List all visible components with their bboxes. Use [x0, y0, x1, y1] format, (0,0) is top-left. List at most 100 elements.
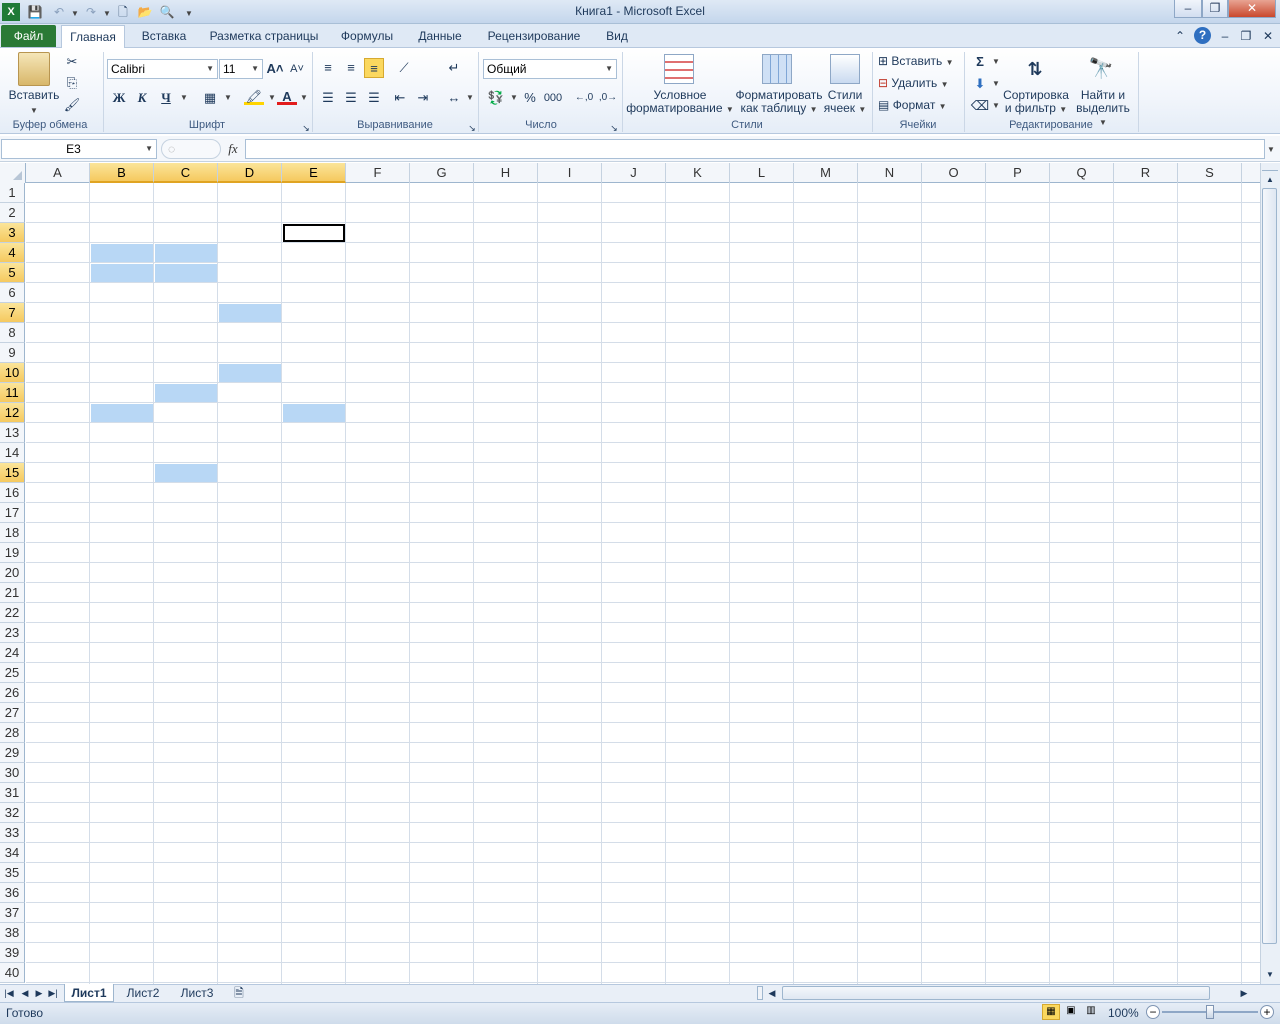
sort-filter-icon[interactable]: ⇅	[1018, 53, 1052, 85]
scroll-right-icon[interactable]: ▶	[1238, 984, 1250, 1002]
excel-logo-icon[interactable]: X	[2, 3, 20, 21]
column-header-S[interactable]: S	[1178, 163, 1242, 183]
dialog-launcher-icon[interactable]: ↘	[604, 118, 624, 138]
format-as-table-button[interactable]: Форматировать как таблицу ▼	[734, 89, 824, 116]
row-header-19[interactable]: 19	[0, 543, 25, 563]
delete-cells-button[interactable]: ⊟ Удалить ▼	[878, 75, 962, 93]
row-header-5[interactable]: 5	[0, 263, 25, 283]
tab-home[interactable]: Главная	[61, 25, 125, 49]
formula-input[interactable]	[245, 139, 1265, 159]
expand-formula-bar-icon[interactable]: ▼	[1267, 145, 1275, 154]
italic-button[interactable]: К	[132, 88, 152, 108]
selected-cell-D10[interactable]	[219, 364, 281, 382]
column-header-E[interactable]: E	[282, 163, 346, 183]
align-top-icon[interactable]: ≡	[318, 58, 338, 78]
align-bottom-icon[interactable]: ≡	[364, 58, 384, 78]
sheet-tab-3[interactable]: Лист3	[172, 984, 222, 1002]
font-size-select[interactable]: 11 ▼	[219, 59, 263, 79]
minimize-button[interactable]: –	[1174, 0, 1202, 18]
column-header-K[interactable]: K	[666, 163, 730, 183]
row-header-35[interactable]: 35	[0, 863, 25, 883]
row-header-11[interactable]: 11	[0, 383, 25, 403]
column-header-P[interactable]: P	[986, 163, 1050, 183]
tab-file[interactable]: Файл	[1, 25, 56, 47]
binoculars-icon[interactable]: 🔭	[1086, 53, 1116, 85]
tab-insert[interactable]: Вставка	[132, 27, 196, 47]
row-header-26[interactable]: 26	[0, 683, 25, 703]
selected-cell-B4[interactable]	[91, 244, 153, 262]
doc-restore-icon[interactable]: ❐	[1238, 27, 1254, 47]
row-header-34[interactable]: 34	[0, 843, 25, 863]
row-header-3[interactable]: 3	[0, 223, 25, 243]
cut-icon[interactable]: ✂	[62, 52, 82, 72]
column-header-D[interactable]: D	[218, 163, 282, 183]
row-header-7[interactable]: 7	[0, 303, 25, 323]
doc-close-icon[interactable]: ✕	[1260, 27, 1276, 47]
row-header-8[interactable]: 8	[0, 323, 25, 343]
align-center-icon[interactable]: ☰	[341, 88, 361, 108]
row-header-18[interactable]: 18	[0, 523, 25, 543]
column-header-O[interactable]: O	[922, 163, 986, 183]
increase-decimal-icon[interactable]: ←,0	[574, 88, 594, 108]
scroll-down-icon[interactable]: ▼	[1260, 965, 1280, 985]
row-header-4[interactable]: 4	[0, 243, 25, 263]
row-header-9[interactable]: 9	[0, 343, 25, 363]
scroll-left-icon[interactable]: ◀	[766, 984, 778, 1002]
row-header-31[interactable]: 31	[0, 783, 25, 803]
active-cell[interactable]	[283, 224, 345, 242]
row-header-24[interactable]: 24	[0, 643, 25, 663]
row-header-14[interactable]: 14	[0, 443, 25, 463]
last-sheet-icon[interactable]: ▶|	[46, 984, 60, 1002]
decrease-indent-icon[interactable]: ⇤	[390, 88, 410, 108]
decrease-decimal-icon[interactable]: ,0→	[598, 88, 618, 108]
print-preview-icon[interactable]: 🔍	[158, 3, 176, 21]
row-header-6[interactable]: 6	[0, 283, 25, 303]
tab-split-handle[interactable]	[757, 986, 763, 1000]
orientation-icon[interactable]: ⟋	[394, 58, 414, 78]
align-left-icon[interactable]: ☰	[318, 88, 338, 108]
conditional-formatting-icon[interactable]	[664, 54, 694, 84]
font-name-select[interactable]: Calibri ▼	[107, 59, 218, 79]
column-header-H[interactable]: H	[474, 163, 538, 183]
chevron-down-icon[interactable]: ▼	[174, 88, 194, 108]
row-header-39[interactable]: 39	[0, 943, 25, 963]
insert-function-button[interactable]: fx	[222, 139, 244, 159]
help-icon[interactable]: ?	[1194, 27, 1211, 44]
row-header-2[interactable]: 2	[0, 203, 25, 223]
format-cells-button[interactable]: ▤ Формат ▼	[878, 97, 962, 115]
row-header-37[interactable]: 37	[0, 903, 25, 923]
first-sheet-icon[interactable]: |◀	[2, 984, 16, 1002]
column-header-J[interactable]: J	[602, 163, 666, 183]
tab-page-layout[interactable]: Разметка страницы	[202, 27, 326, 47]
insert-sheet-icon[interactable]: 🗎	[228, 984, 250, 1002]
row-header-40[interactable]: 40	[0, 963, 25, 983]
selected-cell-D7[interactable]	[219, 304, 281, 322]
thousands-separator-button[interactable]: 000	[540, 88, 566, 108]
cell-grid[interactable]	[26, 183, 1260, 984]
row-header-32[interactable]: 32	[0, 803, 25, 823]
column-header-M[interactable]: M	[794, 163, 858, 183]
next-sheet-icon[interactable]: ▶	[32, 984, 46, 1002]
format-as-table-icon[interactable]	[762, 54, 792, 84]
open-folder-icon[interactable]: 📂	[136, 3, 154, 21]
paste-button[interactable]: Вставить	[4, 89, 64, 102]
row-header-21[interactable]: 21	[0, 583, 25, 603]
restore-button[interactable]: ❐	[1202, 0, 1228, 18]
row-header-20[interactable]: 20	[0, 563, 25, 583]
column-header-G[interactable]: G	[410, 163, 474, 183]
row-header-10[interactable]: 10	[0, 363, 25, 383]
selected-cell-B5[interactable]	[91, 264, 153, 282]
row-header-16[interactable]: 16	[0, 483, 25, 503]
zoom-level[interactable]: 100%	[1108, 1006, 1139, 1020]
chevron-down-icon[interactable]: ▼	[30, 104, 38, 117]
sort-filter-button[interactable]: Сортировка и фильтр ▼	[1000, 89, 1072, 116]
tab-data[interactable]: Данные	[410, 27, 470, 47]
selected-cell-C4[interactable]	[155, 244, 217, 262]
select-all-button[interactable]	[0, 163, 26, 183]
chevron-down-icon[interactable]: ▼	[218, 88, 238, 108]
new-file-icon[interactable]: 🗋	[114, 3, 132, 21]
row-header-12[interactable]: 12	[0, 403, 25, 423]
percent-button[interactable]: %	[520, 88, 540, 108]
align-right-icon[interactable]: ☰	[364, 88, 384, 108]
column-header-N[interactable]: N	[858, 163, 922, 183]
